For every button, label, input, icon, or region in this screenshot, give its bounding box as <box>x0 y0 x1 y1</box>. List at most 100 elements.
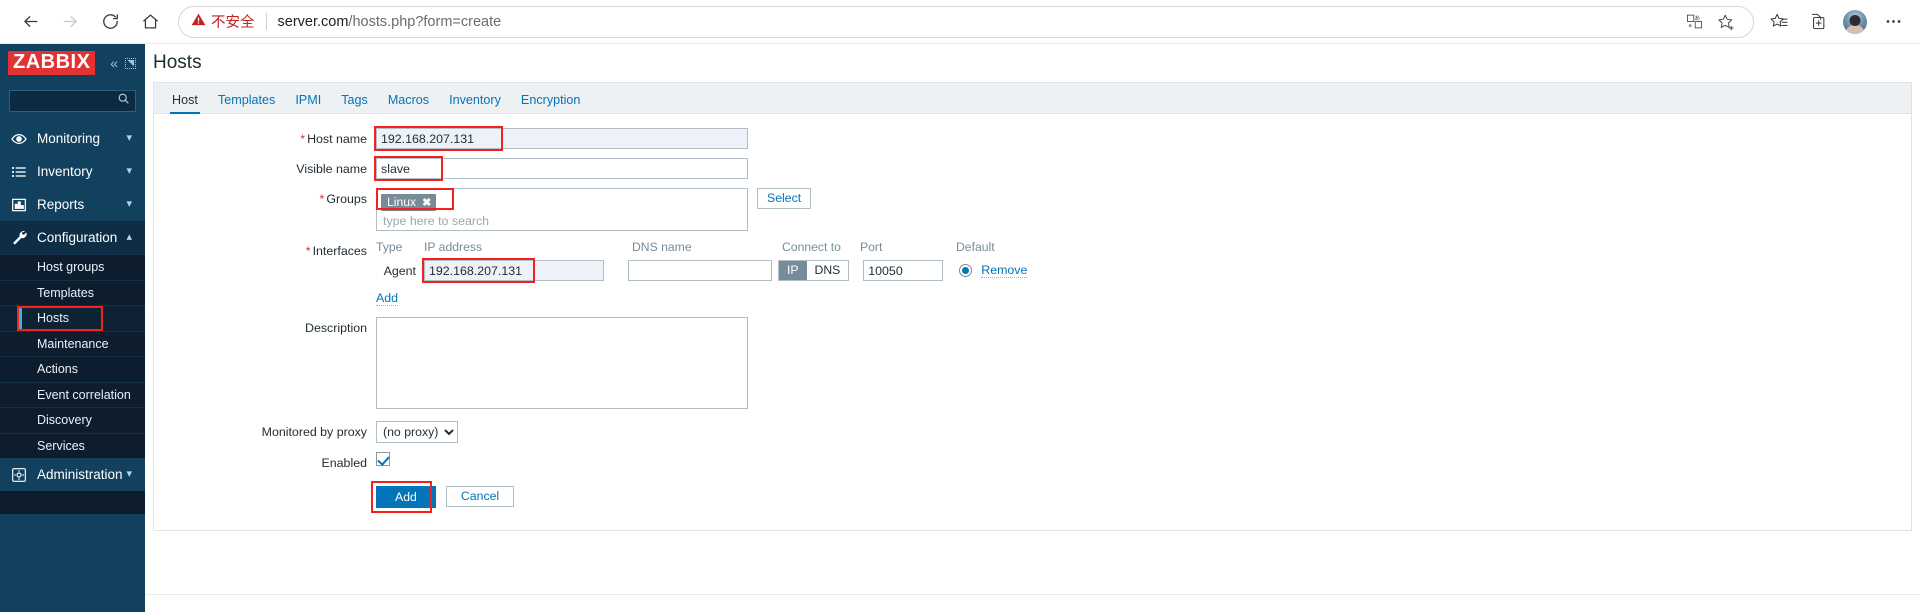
form-footer: Add Cancel <box>154 481 1911 513</box>
bar-chart-icon <box>11 197 31 213</box>
proxy-label: Monitored by proxy <box>154 421 376 439</box>
select-button[interactable]: Select <box>757 188 812 209</box>
connect-to-toggle[interactable]: IP DNS <box>778 260 850 281</box>
sidebar-item-label: Inventory <box>37 164 93 179</box>
interface-port-wrap <box>863 260 959 281</box>
add-button[interactable]: Add <box>376 486 436 508</box>
tab-ipmi[interactable]: IPMI <box>285 94 331 113</box>
label-text: Visible name <box>296 162 367 176</box>
enabled-control <box>376 452 390 466</box>
visible-name-label: Visible name <box>154 158 376 176</box>
tab-templates[interactable]: Templates <box>208 94 285 113</box>
security-warning-text: 不安全 <box>211 15 255 31</box>
security-warning[interactable]: 不安全 <box>191 11 255 32</box>
sidebar-item-monitoring[interactable]: Monitoring ▾ <box>0 122 145 155</box>
warning-triangle-icon <box>191 12 206 31</box>
search-input[interactable] <box>9 90 136 112</box>
proxy-select[interactable]: (no proxy) <box>376 421 458 443</box>
sidebar-item-label: Monitoring <box>37 131 101 146</box>
sidebar-item-event-correlation[interactable]: Event correlation <box>0 381 145 408</box>
profile-avatar[interactable] <box>1838 6 1872 38</box>
sidebar-item-services[interactable]: Services <box>0 432 145 459</box>
label-text: Groups <box>326 192 367 206</box>
add-interface-link[interactable]: Add <box>376 291 399 306</box>
group-chip-linux[interactable]: Linux ✖ <box>381 193 437 211</box>
add-interface-wrap: Add <box>376 289 1027 307</box>
sidebar-item-configuration[interactable]: Configuration ▴ <box>0 221 145 254</box>
home-button[interactable] <box>130 5 170 39</box>
enabled-checkbox[interactable] <box>376 452 390 466</box>
column-header-ip-address: IP address <box>424 240 483 254</box>
collections-icon[interactable] <box>1762 6 1796 38</box>
sidebar-item-host-groups[interactable]: Host groups <box>0 254 145 280</box>
connect-to-dns-option[interactable]: DNS <box>807 261 849 280</box>
cancel-button[interactable]: Cancel <box>445 486 515 507</box>
sidebar-item-maintenance[interactable]: Maintenance <box>0 330 145 357</box>
tab-tags[interactable]: Tags <box>331 94 378 113</box>
groups-multiselect-wrap: Linux ✖ type here to search <box>376 188 748 231</box>
footer-buttons: Add Cancel <box>371 481 515 513</box>
sidebar-item-templates[interactable]: Templates <box>0 279 145 306</box>
column-header-connect-to: Connect to <box>782 240 841 254</box>
interface-dns-input[interactable] <box>628 260 772 281</box>
close-icon[interactable]: ✖ <box>422 196 431 209</box>
groups-label: * Groups <box>154 188 376 206</box>
form-body: *Host name Visible name <box>154 114 1911 530</box>
favorite-star-icon[interactable] <box>1711 8 1741 36</box>
label-text: Host name <box>307 132 367 146</box>
chevron-up-icon: ▴ <box>126 231 132 243</box>
interface-port-input[interactable] <box>863 260 944 281</box>
chevron-down-icon: ▾ <box>126 198 132 210</box>
sidebar-subitem-label: Discovery <box>37 413 92 428</box>
groups-search-placeholder[interactable]: type here to search <box>381 211 743 228</box>
tab-label: Host <box>172 93 198 108</box>
description-textarea[interactable] <box>376 317 748 409</box>
svg-text:a: a <box>1688 23 1691 29</box>
reload-button[interactable] <box>90 5 130 39</box>
default-radio[interactable] <box>959 264 973 277</box>
footer-spacer <box>154 486 376 508</box>
sidebar-menu: Monitoring ▾ Inventory ▾ Reports ▾ Confi… <box>0 122 145 491</box>
visible-name-field-wrap <box>374 156 748 181</box>
groups-multiselect[interactable]: Linux ✖ type here to search <box>376 188 748 231</box>
enabled-label: Enabled <box>154 452 376 470</box>
address-bar[interactable]: 不安全 server.com/hosts.php?form=create aあ <box>178 5 1754 38</box>
sidebar-item-inventory[interactable]: Inventory ▾ <box>0 155 145 188</box>
host-name-input[interactable] <box>376 128 748 149</box>
label-text: Enabled <box>321 456 367 470</box>
required-marker: * <box>300 132 306 146</box>
host-name-control <box>374 126 748 151</box>
sidebar-item-administration[interactable]: Administration ▾ <box>0 458 145 491</box>
sidebar-submenu-configuration: Host groups Templates Hosts Maintenance … <box>0 254 145 458</box>
split-screen-icon[interactable] <box>1800 6 1834 38</box>
chevron-double-left-icon[interactable]: « <box>110 56 118 70</box>
tab-inventory[interactable]: Inventory <box>439 94 511 113</box>
forward-button[interactable] <box>50 5 90 39</box>
tab-host[interactable]: Host <box>162 93 208 114</box>
eye-icon <box>11 131 31 147</box>
interface-ip-input[interactable] <box>424 260 604 281</box>
connect-to-ip-option[interactable]: IP <box>779 261 807 280</box>
interface-dns-wrap <box>628 260 778 281</box>
field-row-proxy: Monitored by proxy (no proxy) <box>154 421 1911 443</box>
remove-interface-link[interactable]: Remove <box>981 263 1028 279</box>
sidebar-item-label: Administration <box>37 467 123 482</box>
field-row-description: Description <box>154 317 1911 409</box>
description-label: Description <box>154 317 376 335</box>
sidebar-item-actions[interactable]: Actions <box>0 356 145 382</box>
translate-ime-icon[interactable]: aあ <box>1679 8 1709 36</box>
tab-macros[interactable]: Macros <box>378 94 439 113</box>
sidebar-item-discovery[interactable]: Discovery <box>0 407 145 433</box>
visible-name-input[interactable] <box>376 158 748 179</box>
sidebar-item-label: Configuration <box>37 230 118 245</box>
back-button[interactable] <box>10 5 50 39</box>
omnibox-actions: aあ <box>1679 8 1741 36</box>
sidebar-item-reports[interactable]: Reports ▾ <box>0 188 145 221</box>
tab-encryption[interactable]: Encryption <box>511 94 591 113</box>
expand-panel-icon[interactable] <box>125 57 136 69</box>
zabbix-logo[interactable]: ZABBIX <box>8 51 96 75</box>
sidebar-item-hosts[interactable]: Hosts <box>0 305 145 331</box>
visible-name-control <box>374 156 748 181</box>
more-options-icon[interactable] <box>1876 6 1910 38</box>
interface-row: Agent IP DNS <box>376 258 1028 283</box>
